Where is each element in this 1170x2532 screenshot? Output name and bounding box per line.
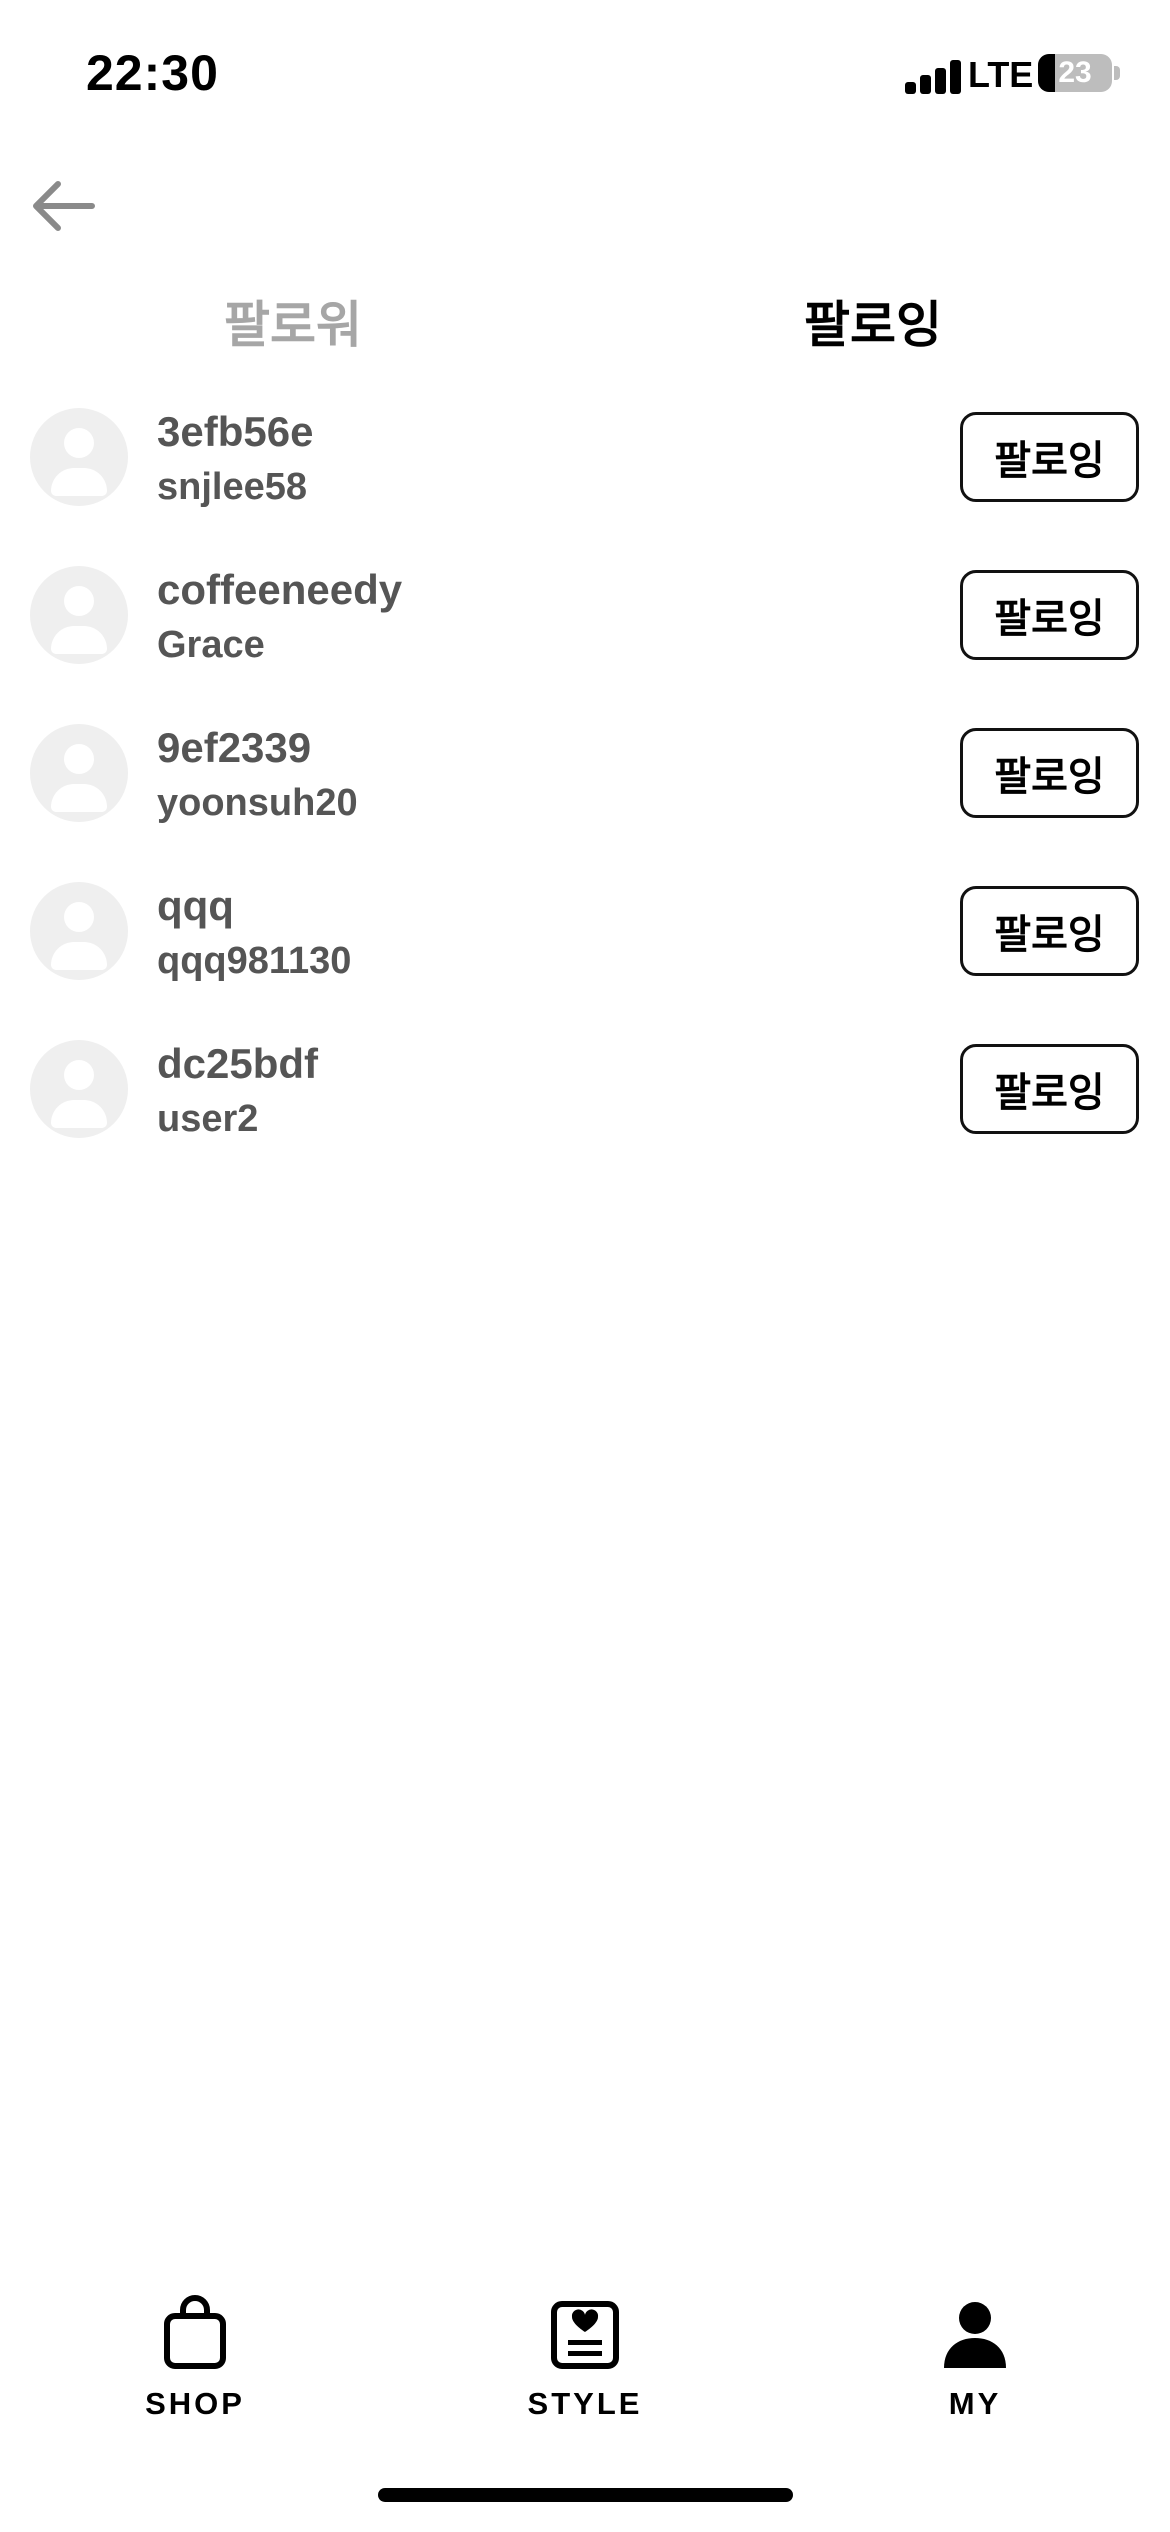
nav-label-style: STYLE bbox=[527, 2386, 643, 2421]
following-button[interactable]: 팔로잉 bbox=[960, 728, 1139, 818]
status-bar: 22:30 LTE 23 bbox=[0, 0, 1170, 150]
list-item[interactable]: 9ef2339 yoonsuh20 팔로잉 bbox=[0, 714, 1170, 872]
following-button[interactable]: 팔로잉 bbox=[960, 1044, 1139, 1134]
shopping-bag-icon bbox=[158, 2290, 232, 2370]
list-item[interactable]: coffeeneedy Grace 팔로잉 bbox=[0, 556, 1170, 714]
user-id[interactable]: coffeeneedy bbox=[157, 566, 402, 614]
user-id[interactable]: qqq bbox=[157, 882, 234, 930]
list-item[interactable]: 3efb56e snjlee58 팔로잉 bbox=[0, 398, 1170, 556]
user-name: Grace bbox=[157, 624, 265, 666]
nav-style[interactable]: STYLE bbox=[485, 2290, 685, 2422]
list-item[interactable]: dc25bdf user2 팔로잉 bbox=[0, 1030, 1170, 1188]
home-indicator[interactable] bbox=[378, 2488, 793, 2502]
avatar[interactable] bbox=[30, 408, 128, 506]
following-button[interactable]: 팔로잉 bbox=[960, 412, 1139, 502]
battery-cap bbox=[1114, 66, 1120, 80]
user-id[interactable]: 3efb56e bbox=[157, 408, 313, 456]
user-name: yoonsuh20 bbox=[157, 782, 358, 824]
following-page: 22:30 LTE 23 팔로워 팔로잉 3efb56e snjlee58 팔로… bbox=[0, 0, 1170, 2532]
following-list: 3efb56e snjlee58 팔로잉 coffeeneedy Grace 팔… bbox=[0, 398, 1170, 1188]
avatar[interactable] bbox=[30, 724, 128, 822]
tab-following[interactable]: 팔로잉 bbox=[804, 285, 942, 355]
following-button[interactable]: 팔로잉 bbox=[960, 886, 1139, 976]
back-button[interactable] bbox=[28, 176, 98, 236]
list-item[interactable]: qqq qqq981130 팔로잉 bbox=[0, 872, 1170, 1030]
nav-label-shop: SHOP bbox=[145, 2386, 245, 2421]
status-time: 22:30 bbox=[86, 45, 219, 101]
network-type: LTE bbox=[968, 54, 1034, 95]
user-name: qqq981130 bbox=[157, 940, 352, 982]
signal-icon bbox=[905, 60, 961, 94]
following-button[interactable]: 팔로잉 bbox=[960, 570, 1139, 660]
user-name: snjlee58 bbox=[157, 466, 307, 508]
nav-shop[interactable]: SHOP bbox=[95, 2290, 295, 2422]
avatar[interactable] bbox=[30, 1040, 128, 1138]
tab-followers[interactable]: 팔로워 bbox=[224, 285, 362, 355]
battery-icon: 23 bbox=[1038, 54, 1112, 92]
user-id[interactable]: dc25bdf bbox=[157, 1040, 318, 1088]
nav-label-my: MY bbox=[948, 2386, 1002, 2421]
avatar[interactable] bbox=[30, 566, 128, 664]
style-feed-icon bbox=[548, 2290, 622, 2370]
battery-level: 23 bbox=[1058, 56, 1092, 89]
nav-my[interactable]: MY bbox=[875, 2290, 1075, 2422]
person-icon bbox=[938, 2290, 1012, 2370]
bottom-nav: SHOP STYLE MY bbox=[0, 2290, 1170, 2450]
user-name: user2 bbox=[157, 1098, 259, 1140]
arrow-left-icon bbox=[33, 181, 95, 231]
avatar[interactable] bbox=[30, 882, 128, 980]
user-id[interactable]: 9ef2339 bbox=[157, 724, 311, 772]
